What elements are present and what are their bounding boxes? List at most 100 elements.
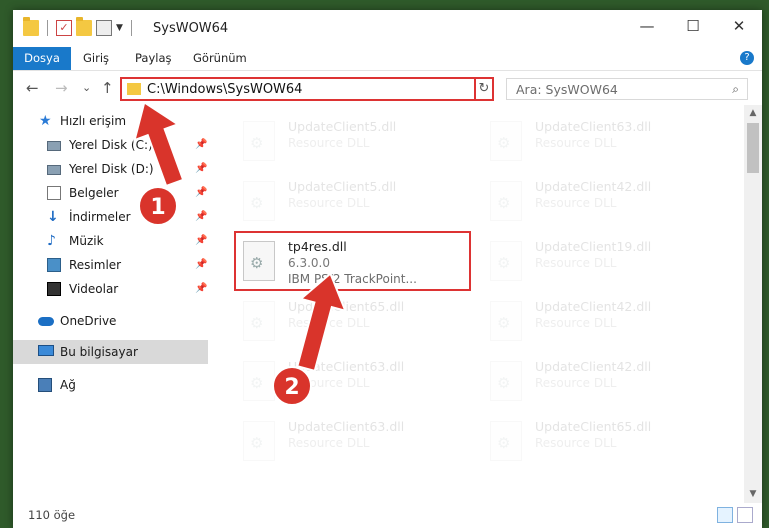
- navigation-pane: ★ Hızlı erişim Yerel Disk (C:) 📌 Yerel D…: [13, 105, 208, 503]
- sidebar-item-label: Yerel Disk (C:): [69, 138, 153, 152]
- large-icons-view-icon[interactable]: [737, 507, 753, 523]
- file-type: Resource DLL: [535, 256, 617, 270]
- network-icon: [38, 378, 52, 392]
- ribbon-tabs: Dosya Giriş Paylaş Görünüm ?: [13, 47, 762, 71]
- sidebar-item-label: OneDrive: [60, 314, 117, 328]
- sidebar-item-pictures[interactable]: Resimler 📌: [13, 253, 208, 277]
- file-item[interactable]: UpdateClient42.dll Resource DLL: [475, 172, 715, 228]
- file-type: Resource DLL: [535, 436, 617, 450]
- file-type: Resource DLL: [535, 316, 617, 330]
- customize-icon[interactable]: [96, 20, 112, 36]
- pictures-icon: [47, 258, 61, 272]
- file-item[interactable]: UpdateClient5.dll Resource DLL: [228, 112, 468, 168]
- file-type: Resource DLL: [288, 316, 370, 330]
- properties-check-icon[interactable]: ✓: [56, 20, 72, 36]
- address-bar[interactable]: C:\Windows\SysWOW64 ⌵: [120, 77, 494, 101]
- sidebar-item-onedrive[interactable]: OneDrive: [13, 309, 208, 333]
- pin-icon[interactable]: 📌: [195, 229, 207, 253]
- help-icon[interactable]: ?: [740, 51, 754, 65]
- file-item[interactable]: UpdateClient63.dll Resource DLL: [228, 352, 468, 408]
- pin-icon[interactable]: 📌: [195, 181, 207, 205]
- file-item[interactable]: UpdateClient42.dll Resource DLL: [475, 292, 715, 348]
- file-type: Resource DLL: [288, 436, 370, 450]
- sidebar-item-videos[interactable]: Videolar 📌: [13, 277, 208, 301]
- sidebar-item-quick-access[interactable]: ★ Hızlı erişim: [13, 109, 208, 133]
- tab-home[interactable]: Giriş: [83, 47, 109, 70]
- file-name: UpdateClient5.dll: [288, 179, 397, 194]
- file-item[interactable]: UpdateClient65.dll Resource DLL: [475, 412, 715, 468]
- cloud-icon: [38, 317, 54, 326]
- back-button[interactable]: ←: [26, 79, 39, 97]
- pin-icon[interactable]: 📌: [195, 133, 207, 157]
- up-button[interactable]: ↑: [101, 79, 114, 97]
- star-icon: ★: [39, 113, 52, 129]
- sidebar-item-music[interactable]: ♪ Müzik 📌: [13, 229, 208, 253]
- step-2-badge: 2: [272, 366, 312, 406]
- file-item[interactable]: UpdateClient65.dll Resource DLL: [228, 292, 468, 348]
- scroll-up-arrow-icon[interactable]: ▲: [744, 105, 762, 122]
- folder-icon: [127, 83, 141, 95]
- video-icon: [47, 282, 61, 296]
- sidebar-item-label: İndirmeler: [69, 210, 131, 224]
- file-name: UpdateClient19.dll: [535, 239, 652, 254]
- recent-locations-button[interactable]: ⌄: [82, 81, 91, 94]
- maximize-button[interactable]: ☐: [670, 10, 716, 42]
- details-view-icon[interactable]: [717, 507, 733, 523]
- file-item[interactable]: UpdateClient63.dll Resource DLL: [475, 112, 715, 168]
- forward-button[interactable]: →: [55, 79, 68, 97]
- search-input[interactable]: Ara: SysWOW64 ⌕: [506, 78, 748, 100]
- tab-view[interactable]: Görünüm: [193, 47, 247, 70]
- file-item[interactable]: UpdateClient5.dll Resource DLL: [228, 172, 468, 228]
- close-button[interactable]: ✕: [716, 10, 762, 42]
- refresh-button[interactable]: ↻: [474, 77, 494, 101]
- disk-icon: [47, 141, 61, 151]
- sidebar-item-disk-d[interactable]: Yerel Disk (D:) 📌: [13, 157, 208, 181]
- dll-file-icon: [243, 361, 275, 401]
- tab-file[interactable]: Dosya: [13, 47, 71, 70]
- navigation-bar: ← → ⌄ ↑ C:\Windows\SysWOW64 ⌵ ↻ Ara: Sys…: [13, 71, 762, 105]
- file-highlight-box: [234, 231, 471, 291]
- download-icon: ↓: [47, 209, 59, 225]
- minimize-button[interactable]: —: [624, 10, 670, 42]
- address-path: C:\Windows\SysWOW64: [147, 82, 303, 97]
- dll-file-icon: [243, 421, 275, 461]
- quick-access-toolbar: ✓ ▼: [23, 17, 136, 36]
- file-item[interactable]: UpdateClient63.dll Resource DLL: [228, 412, 468, 468]
- dll-file-icon: [490, 301, 522, 341]
- file-item[interactable]: UpdateClient19.dll Resource DLL: [475, 232, 715, 288]
- search-placeholder: Ara: SysWOW64: [516, 82, 618, 97]
- sidebar-item-downloads[interactable]: ↓ İndirmeler 📌: [13, 205, 208, 229]
- folder-icon: [23, 17, 39, 36]
- sidebar-item-label: Resimler: [69, 258, 122, 272]
- sidebar-item-network[interactable]: Ağ: [13, 373, 208, 397]
- vertical-scrollbar[interactable]: ▲ ▼: [744, 105, 762, 503]
- sidebar-item-label: Videolar: [69, 282, 119, 296]
- file-type: Resource DLL: [288, 136, 370, 150]
- status-bar: 110 öğe: [13, 503, 762, 528]
- item-count: 110 öğe: [28, 508, 76, 522]
- scrollbar-thumb[interactable]: [747, 123, 759, 173]
- pin-icon[interactable]: 📌: [195, 253, 207, 277]
- sidebar-item-disk-c[interactable]: Yerel Disk (C:) 📌: [13, 133, 208, 157]
- file-item[interactable]: UpdateClient42.dll Resource DLL: [475, 352, 715, 408]
- sidebar-item-documents[interactable]: Belgeler 📌: [13, 181, 208, 205]
- sidebar-item-label: Bu bilgisayar: [60, 345, 138, 359]
- sidebar-item-label: Müzik: [69, 234, 104, 248]
- search-icon: ⌕: [732, 82, 739, 96]
- file-type: Resource DLL: [535, 196, 617, 210]
- file-name: UpdateClient63.dll: [288, 419, 405, 434]
- file-name: UpdateClient42.dll: [535, 179, 652, 194]
- tab-share[interactable]: Paylaş: [135, 47, 172, 70]
- new-folder-icon[interactable]: [76, 17, 92, 36]
- scroll-down-arrow-icon[interactable]: ▼: [744, 486, 762, 503]
- file-type: Resource DLL: [535, 136, 617, 150]
- document-icon: [47, 186, 61, 200]
- sidebar-item-this-pc[interactable]: Bu bilgisayar: [13, 340, 208, 364]
- pin-icon[interactable]: 📌: [195, 277, 207, 301]
- pin-icon[interactable]: 📌: [195, 205, 207, 229]
- pin-icon[interactable]: 📌: [195, 157, 207, 181]
- file-name: UpdateClient42.dll: [535, 299, 652, 314]
- file-list: UpdateClient5.dll Resource DLL UpdateCli…: [218, 105, 740, 503]
- dll-file-icon: [243, 181, 275, 221]
- chevron-down-icon[interactable]: ▼: [116, 23, 123, 33]
